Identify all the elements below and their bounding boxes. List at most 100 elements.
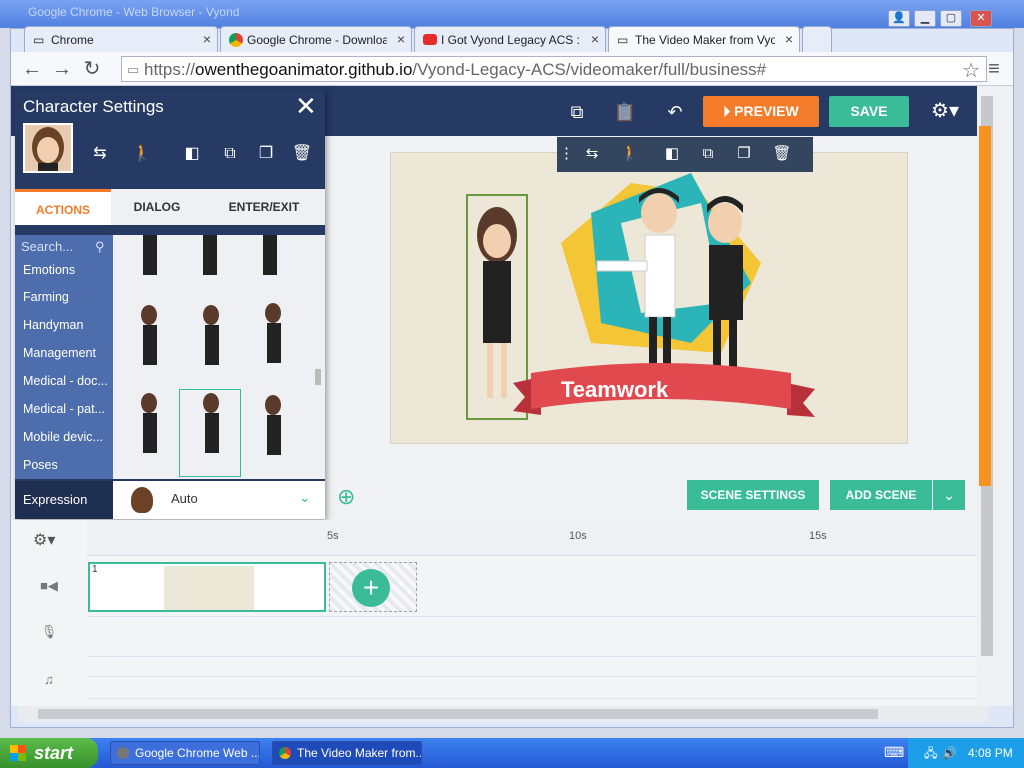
play-icon: ⏵	[723, 103, 735, 119]
close-icon[interactable]: ×	[591, 31, 599, 47]
volume-icon[interactable]: 🔊	[942, 738, 957, 768]
layer-icon[interactable]: ❐	[731, 141, 757, 167]
tab-dialog[interactable]: DIALOG	[113, 189, 201, 225]
scroll-thumb[interactable]	[315, 369, 321, 385]
plus-icon[interactable]: +	[352, 569, 390, 607]
close-icon[interactable]: ×	[785, 31, 793, 47]
horizontal-scroll-thumb[interactable]	[38, 709, 878, 719]
time-mark: 15s	[809, 530, 827, 542]
category-poses[interactable]: Poses	[23, 458, 113, 472]
woman-leg	[487, 343, 493, 398]
preview-button[interactable]: ⏵ PREVIEW	[703, 96, 819, 127]
reload-icon[interactable]: ↻	[81, 58, 103, 80]
save-button[interactable]: SAVE	[829, 96, 909, 127]
copy-icon[interactable]: ⧉	[563, 98, 591, 126]
flip-icon[interactable]: ◧	[179, 141, 205, 167]
vertical-scrollbar[interactable]	[977, 86, 1013, 706]
woman-face	[483, 224, 511, 258]
search-icon[interactable]: ⚲	[95, 239, 105, 255]
copy-icon[interactable]: ⧉	[695, 141, 721, 167]
timeline-ruler[interactable]: 5s 10s 15s	[87, 520, 977, 556]
zoom-in-icon[interactable]: ⊕	[337, 484, 355, 510]
url-scheme: https://	[144, 60, 196, 79]
maximize-button[interactable]: ▢	[940, 10, 962, 27]
trash-icon[interactable]: 🗑	[289, 141, 315, 167]
timeline-gear-icon[interactable]: ⚙▾	[33, 530, 55, 550]
side-strip	[979, 126, 991, 486]
search-input[interactable]: Search... ⚲	[21, 239, 109, 261]
url-domain: owenthegoanimator.github.io	[195, 60, 413, 79]
character-avatar	[23, 123, 73, 173]
avatar-image	[32, 127, 64, 171]
paste-icon[interactable]: 📋	[611, 98, 639, 126]
swap-character-icon[interactable]: ⇆	[87, 141, 113, 167]
scene-settings-button[interactable]: SCENE SETTINGS	[687, 480, 819, 510]
address-bar[interactable]: ▭ https://owenthegoanimator.github.io/Vy…	[121, 56, 987, 82]
track-divider	[87, 656, 977, 657]
keyboard-icon[interactable]: ⌨	[884, 744, 904, 761]
close-icon[interactable]: ×	[397, 31, 405, 47]
scene-thumbnail[interactable]: 1	[88, 562, 326, 612]
taskbar-item-chrome-web[interactable]: Google Chrome Web ...	[110, 741, 260, 765]
microphone-icon: 🎙	[40, 624, 58, 639]
bookmark-star-icon[interactable]: ☆	[962, 58, 980, 83]
expression-avatar	[131, 487, 153, 513]
taskbar: start Google Chrome Web ... The Video Ma…	[0, 738, 1024, 768]
user-icon[interactable]: 👤	[888, 10, 910, 27]
add-scene-slot[interactable]: +	[329, 562, 417, 612]
tab-video-maker[interactable]: ▭ The Video Maker from Vyond ×	[608, 26, 800, 52]
taskbar-item-video-maker[interactable]: The Video Maker from...	[272, 741, 422, 765]
start-button[interactable]: start	[0, 738, 98, 768]
add-scene-button[interactable]: ADD SCENE	[830, 480, 932, 510]
swap-icon[interactable]: ⇆	[579, 141, 605, 167]
time-mark: 10s	[569, 530, 587, 542]
category-medical-pat[interactable]: Medical - pat...	[23, 402, 113, 416]
close-icon[interactable]: ✕	[295, 91, 317, 122]
new-tab-button[interactable]	[802, 26, 832, 52]
drag-handle-icon[interactable]: ⋮	[559, 141, 574, 167]
close-window-button[interactable]: ✕	[970, 10, 992, 27]
copy-icon[interactable]: ⧉	[217, 141, 243, 167]
flip-icon[interactable]: ◧	[659, 141, 685, 167]
timeline: ⚙▾ 5s 10s 15s ■◀ 🎙 ♫ 1 +	[11, 520, 977, 706]
document-icon: ▭	[617, 33, 629, 47]
back-arrow-icon[interactable]: ←	[21, 58, 43, 80]
category-emotions[interactable]: Emotions	[23, 263, 113, 277]
task-label: The Video Maker from...	[297, 746, 422, 760]
tab-actions[interactable]: ACTIONS	[15, 189, 111, 225]
tab-chrome[interactable]: ▭ Chrome ×	[24, 26, 218, 52]
settings-gear-icon[interactable]: ⚙▾	[925, 96, 965, 127]
youtube-icon	[423, 34, 437, 45]
man1-leg	[663, 317, 671, 369]
expression-label: Expression	[15, 481, 113, 519]
trash-icon[interactable]: 🗑	[769, 141, 795, 167]
forward-arrow-icon[interactable]: →	[51, 58, 73, 80]
category-management[interactable]: Management	[23, 346, 113, 360]
browser-toolbar: ← → ↻ ▭ https://owenthegoanimator.github…	[11, 52, 1013, 86]
selected-pose[interactable]	[179, 389, 241, 477]
walk-icon[interactable]: 🚶	[129, 141, 155, 167]
category-medical-doc[interactable]: Medical - doc...	[23, 374, 113, 388]
category-handyman[interactable]: Handyman	[23, 318, 113, 332]
task-label: Google Chrome Web ...	[135, 746, 260, 760]
man2-leg	[729, 320, 737, 370]
network-icon[interactable]: 🖧	[924, 738, 937, 768]
minimize-button[interactable]: ▁	[914, 10, 936, 27]
document-icon: ▭	[33, 33, 45, 47]
close-icon[interactable]: ×	[203, 31, 211, 47]
tab-youtube[interactable]: I Got Vyond Legacy ACS :D ( ×	[414, 26, 606, 52]
page-icon: ▭	[127, 62, 140, 77]
tab-chrome-download[interactable]: Google Chrome - Download t ×	[220, 26, 412, 52]
layer-icon[interactable]: ❐	[253, 141, 279, 167]
horizontal-scrollbar[interactable]	[18, 706, 988, 722]
undo-icon[interactable]: ↶	[661, 98, 689, 126]
category-mobile-devices[interactable]: Mobile devic...	[23, 430, 113, 444]
chevron-down-icon[interactable]: ⌄	[933, 480, 965, 510]
tab-enter-exit[interactable]: ENTER/EXIT	[203, 189, 325, 225]
category-farming[interactable]: Farming	[23, 290, 113, 304]
panel-tabs: ACTIONS DIALOG ENTER/EXIT	[15, 189, 325, 225]
menu-icon[interactable]: ≡	[983, 58, 1005, 80]
start-label: start	[34, 743, 74, 763]
expression-dropdown[interactable]: Auto ⌄	[113, 481, 325, 519]
walk-icon[interactable]: 🚶	[617, 141, 643, 167]
